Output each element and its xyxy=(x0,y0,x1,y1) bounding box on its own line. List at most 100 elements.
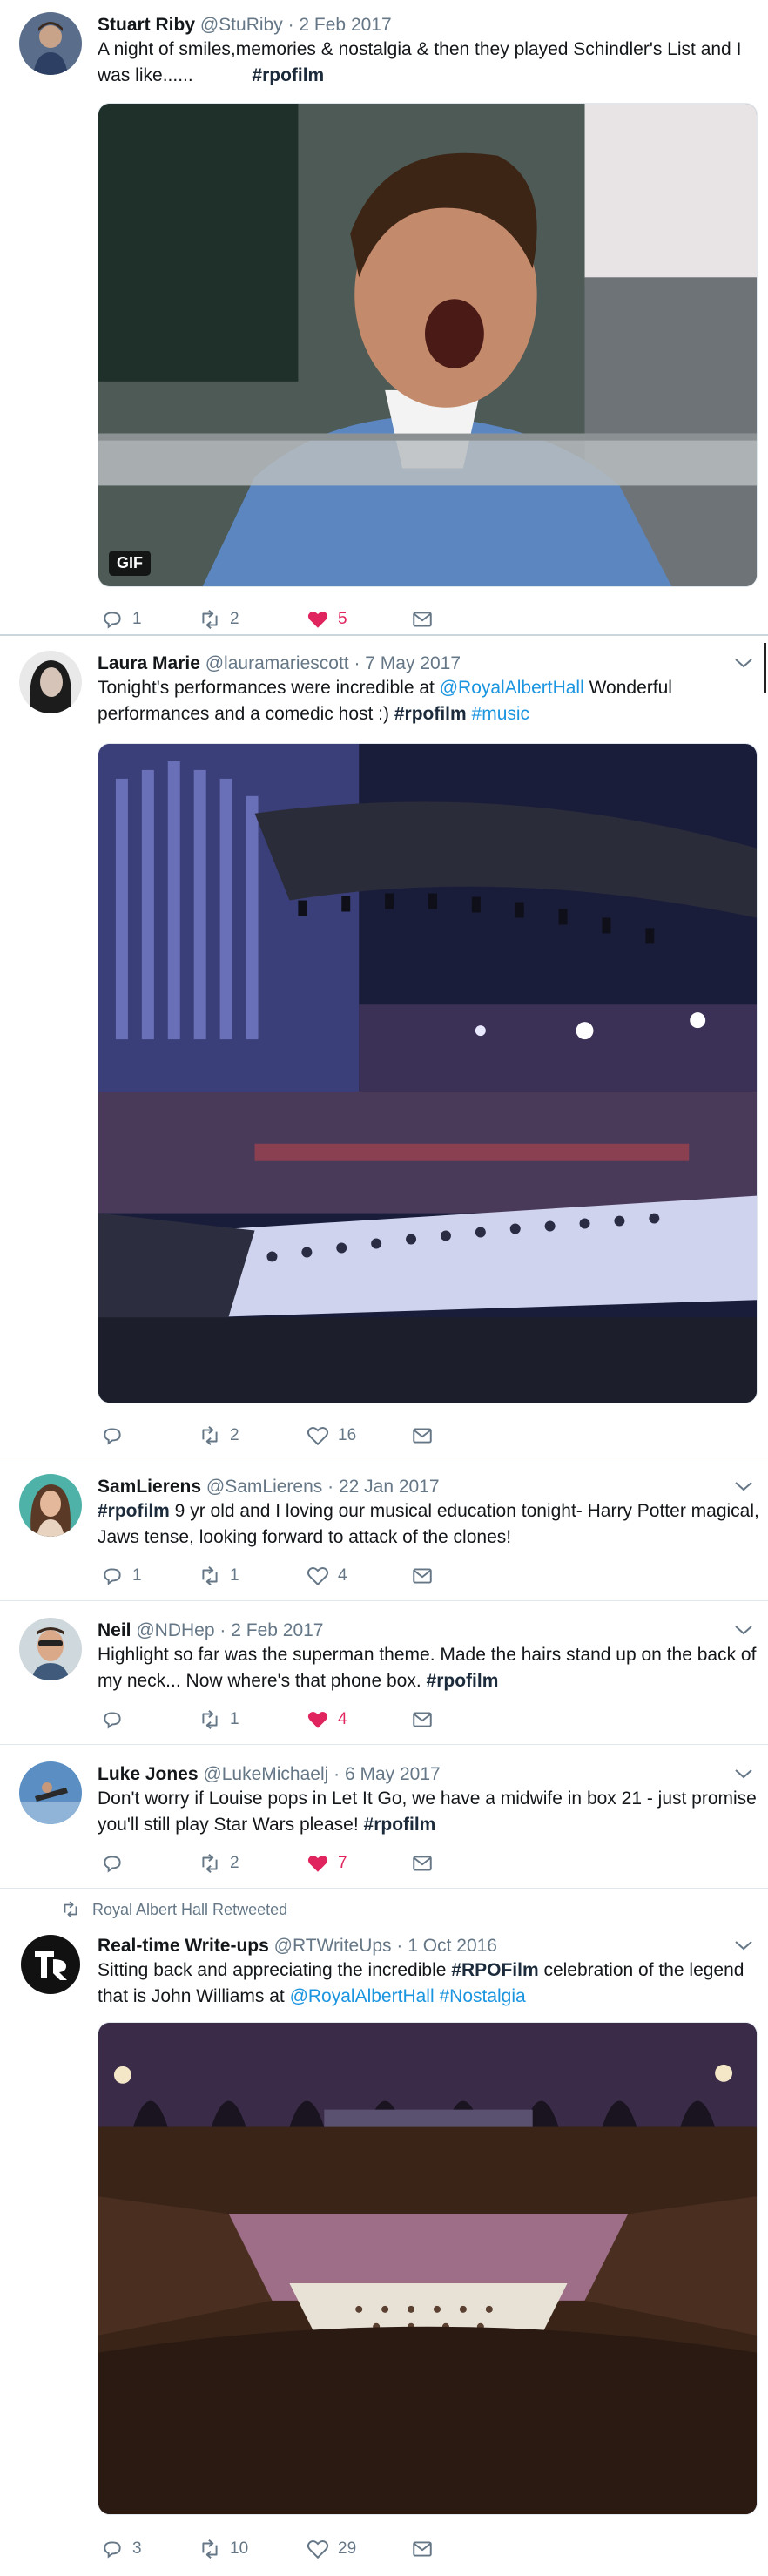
retweet-context-label[interactable]: Royal Albert Hall Retweeted xyxy=(92,1901,287,1919)
tweet-card[interactable]: Royal Albert Hall Retweeted Real-time Wr… xyxy=(0,1890,768,2576)
tweet-card[interactable]: Stuart Riby @StuRiby · 2 Feb 2017 A nigh… xyxy=(0,0,768,636)
mention-link[interactable]: @RoyalAlbertHall xyxy=(290,1986,435,2006)
tweet-menu-button[interactable] xyxy=(731,1476,756,1497)
retweet-button[interactable]: 2 xyxy=(199,606,239,632)
tweet-card[interactable]: SamLierens @SamLierens · 22 Jan 2017 #rp… xyxy=(0,1458,768,1601)
retweet-count: 2 xyxy=(230,1854,239,1872)
retweet-button[interactable]: 2 xyxy=(199,1423,239,1449)
display-name[interactable]: Luke Jones xyxy=(98,1764,199,1784)
avatar[interactable] xyxy=(19,651,82,713)
tweet-date[interactable]: 1 Oct 2016 xyxy=(408,1936,497,1956)
tweet-card[interactable]: Laura Marie @lauramariescott · 7 May 201… xyxy=(0,637,768,1457)
tweet-menu-button[interactable] xyxy=(731,1935,756,1956)
tweet-date[interactable]: 2 Feb 2017 xyxy=(299,15,391,35)
hashtag-link[interactable]: #Nostalgia xyxy=(439,1986,525,2006)
user-handle[interactable]: @lauramariescott xyxy=(205,653,349,673)
gif-badge: GIF xyxy=(109,551,151,576)
direct-message-button[interactable] xyxy=(411,1563,434,1589)
tweet-date[interactable]: 6 May 2017 xyxy=(345,1764,441,1784)
reply-button[interactable]: 1 xyxy=(101,606,142,632)
retweet-button[interactable]: 2 xyxy=(199,1850,239,1876)
separator: · xyxy=(287,15,294,35)
chevron-down-icon xyxy=(735,659,752,668)
tweet-date[interactable]: 7 May 2017 xyxy=(365,653,461,673)
like-count: 16 xyxy=(338,1426,357,1444)
tweet-date[interactable]: 2 Feb 2017 xyxy=(231,1620,323,1640)
tweet-gif[interactable]: GIF xyxy=(98,103,758,587)
retweet-count: 2 xyxy=(230,1426,239,1444)
retweet-icon xyxy=(202,1565,218,1586)
direct-message-button[interactable] xyxy=(411,1850,434,1876)
reply-button[interactable]: 1 xyxy=(101,1563,142,1589)
tweet-menu-button[interactable] xyxy=(731,652,756,673)
tweet-body: 9 yr old and I loving our musical educat… xyxy=(98,1501,759,1547)
user-handle[interactable]: @LukeMichaelj xyxy=(203,1764,328,1784)
like-count: 4 xyxy=(338,1566,347,1585)
avatar[interactable] xyxy=(19,1761,82,1824)
tweet-header: Laura Marie @lauramariescott · 7 May 201… xyxy=(98,652,461,675)
gif-image xyxy=(98,104,757,586)
retweet-count: 10 xyxy=(230,2539,249,2558)
direct-message-button[interactable] xyxy=(411,2536,434,2562)
avatar[interactable] xyxy=(19,1933,82,1996)
direct-message-button[interactable] xyxy=(411,606,434,632)
reply-button[interactable] xyxy=(101,1423,132,1449)
like-button[interactable]: 5 xyxy=(307,606,347,632)
separator: · xyxy=(354,653,360,673)
display-name[interactable]: Real-time Write-ups xyxy=(98,1936,269,1956)
avatar[interactable] xyxy=(19,1474,82,1537)
chevron-down-icon xyxy=(735,1482,752,1491)
hashtag-link[interactable]: #music xyxy=(472,704,530,724)
scrollbar-thumb[interactable] xyxy=(764,643,766,693)
like-button[interactable]: 7 xyxy=(307,1850,347,1876)
tweet-actions: 1 2 5 xyxy=(98,606,620,632)
avatar[interactable] xyxy=(19,12,82,75)
avatar[interactable] xyxy=(19,1618,82,1680)
tweet-date[interactable]: 22 Jan 2017 xyxy=(339,1477,440,1497)
hashtag-link[interactable]: #rpofilm xyxy=(394,704,467,724)
envelope-icon xyxy=(413,1712,432,1727)
reply-button[interactable]: 3 xyxy=(101,2536,142,2562)
user-handle[interactable]: @SamLierens xyxy=(206,1477,322,1497)
tweet-menu-button[interactable] xyxy=(731,1763,756,1784)
display-name[interactable]: Neil xyxy=(98,1620,131,1640)
tweet-body: Sitting back and appreciating the incred… xyxy=(98,1960,452,1980)
hashtag-link[interactable]: #rpofilm xyxy=(364,1815,436,1835)
reply-icon xyxy=(104,1428,121,1445)
heart-filled-icon xyxy=(307,612,328,628)
retweet-button[interactable]: 1 xyxy=(199,1707,239,1733)
tweet-card[interactable]: Luke Jones @LukeMichaelj · 6 May 2017 Do… xyxy=(0,1746,768,1889)
retweet-button[interactable]: 10 xyxy=(199,2536,248,2562)
user-handle[interactable]: @StuRiby xyxy=(200,15,283,35)
retweet-count: 1 xyxy=(230,1566,239,1585)
like-button[interactable]: 4 xyxy=(307,1707,347,1733)
like-button[interactable]: 29 xyxy=(307,2536,356,2562)
hashtag-link[interactable]: #rpofilm xyxy=(98,1501,170,1521)
tweet-photo[interactable] xyxy=(98,743,758,1403)
reply-button[interactable] xyxy=(101,1850,132,1876)
direct-message-button[interactable] xyxy=(411,1707,434,1733)
display-name[interactable]: SamLierens xyxy=(98,1477,201,1497)
mention-link[interactable]: @RoyalAlbertHall xyxy=(440,678,584,698)
direct-message-button[interactable] xyxy=(411,1423,434,1449)
tweet-header: SamLierens @SamLierens · 22 Jan 2017 xyxy=(98,1476,440,1498)
like-count: 29 xyxy=(338,2539,357,2558)
user-handle[interactable]: @NDHep xyxy=(136,1620,214,1640)
like-button[interactable]: 16 xyxy=(307,1423,356,1449)
display-name[interactable]: Stuart Riby xyxy=(98,15,195,35)
user-handle[interactable]: @RTWriteUps xyxy=(274,1936,392,1956)
hashtag-link[interactable]: #rpofilm xyxy=(427,1671,499,1691)
tweet-menu-button[interactable] xyxy=(731,1619,756,1640)
tweet-card[interactable]: Neil @NDHep · 2 Feb 2017 Highlight so fa… xyxy=(0,1602,768,1745)
like-button[interactable]: 4 xyxy=(307,1563,347,1589)
tweet-text: Tonight's performances were incredible a… xyxy=(98,675,759,727)
hashtag-link[interactable]: #rpofilm xyxy=(252,65,324,85)
reply-icon xyxy=(104,612,121,629)
display-name[interactable]: Laura Marie xyxy=(98,653,200,673)
reply-button[interactable] xyxy=(101,1707,132,1733)
reply-count: 3 xyxy=(132,2539,142,2558)
retweet-button[interactable]: 1 xyxy=(199,1563,239,1589)
hashtag-link[interactable]: #RPOFilm xyxy=(451,1960,538,1980)
tweet-photo[interactable] xyxy=(98,2022,758,2515)
retweet-icon xyxy=(202,1425,218,1446)
